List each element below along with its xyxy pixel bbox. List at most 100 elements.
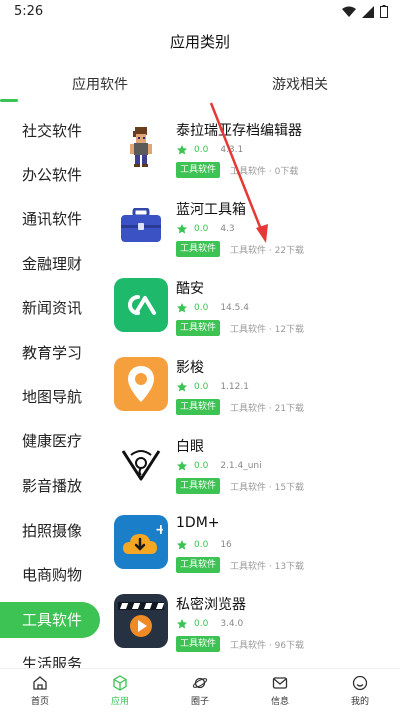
battery-icon xyxy=(380,5,388,18)
app-meta: 工具软件 工具软件 · 12下载 xyxy=(176,320,304,336)
app-version: 4.3 xyxy=(220,224,235,234)
sidebar-item-health[interactable]: 健康医疗 xyxy=(0,423,104,459)
nav-messages-label: 信息 xyxy=(270,697,289,707)
app-score: 0.0 xyxy=(194,461,209,471)
app-version: 3.4.0 xyxy=(220,619,244,629)
list-item[interactable]: 白眼 0.0 2.1.4_uni 工具软件 工具软件 · 15下载 xyxy=(104,432,400,512)
category-tag[interactable]: 工具软件 xyxy=(176,557,221,573)
page-title: 应用类别 xyxy=(169,33,230,51)
app-downloads: 工具软件 · 21下载 xyxy=(230,403,305,414)
app-meta: 工具软件 工具软件 · 21下载 xyxy=(176,399,304,415)
star-icon xyxy=(177,540,187,550)
star-icon xyxy=(177,303,187,313)
sidebar-item-education[interactable]: 教育学习 xyxy=(0,335,104,371)
category-tag[interactable]: 工具软件 xyxy=(176,241,221,257)
sidebar-item-media[interactable]: 影音播放 xyxy=(0,468,104,504)
status-icons xyxy=(342,5,388,18)
app-downloads: 工具软件 · 96下载 xyxy=(230,640,305,651)
app-rating: 0.0 4.3.1 xyxy=(176,144,243,156)
app-downloads: 工具软件 · 0下载 xyxy=(230,166,299,177)
app-rating: 0.0 14.5.4 xyxy=(176,302,249,314)
svg-text:+: + xyxy=(155,522,163,538)
nav-home[interactable]: 首页 xyxy=(0,675,80,707)
sidebar-item-communication[interactable]: 通讯软件 xyxy=(0,201,104,237)
sidebar-item-office[interactable]: 办公软件 xyxy=(0,157,104,193)
category-tag[interactable]: 工具软件 xyxy=(176,399,221,415)
nav-circle[interactable]: 圈子 xyxy=(160,675,240,707)
app-name: 白眼 xyxy=(176,439,204,455)
location-pin-icon xyxy=(114,357,168,411)
sidebar-item-news[interactable]: 新闻资讯 xyxy=(0,290,104,326)
app-name: 泰拉瑞亚存档编辑器 xyxy=(176,123,302,139)
star-icon xyxy=(177,461,187,471)
list-item[interactable]: 酷安 0.0 14.5.4 工具软件 工具软件 · 12下载 xyxy=(104,274,400,354)
app-downloads: 工具软件 · 12下载 xyxy=(230,324,305,335)
app-meta: 工具软件 工具软件 · 0下载 xyxy=(176,162,298,178)
app-name: 蓝河工具箱 xyxy=(176,202,246,218)
list-item[interactable]: 泰拉瑞亚存档编辑器 0.0 4.3.1 工具软件 工具软件 · 0下载 xyxy=(104,116,400,196)
sidebar-item-finance[interactable]: 金融理财 xyxy=(0,246,104,282)
tab-indicator xyxy=(0,99,18,102)
app-meta: 工具软件 工具软件 · 13下载 xyxy=(176,557,304,573)
app-downloads: 工具软件 · 15下载 xyxy=(230,482,305,493)
list-item[interactable]: + 1DM+ 0.0 16 工具软件 工具软件 · 13下载 xyxy=(104,511,400,591)
nav-profile[interactable]: 我的 xyxy=(320,675,400,707)
sidebar-item-tools[interactable]: 工具软件 xyxy=(0,602,100,638)
sidebar-item-life[interactable]: 生活服务 xyxy=(0,646,104,668)
category-tag[interactable]: 工具软件 xyxy=(176,320,221,336)
app-name: 1DM+ xyxy=(176,515,220,531)
app-downloads: 工具软件 · 22下载 xyxy=(230,245,305,256)
app-score: 0.0 xyxy=(194,540,209,550)
category-tag[interactable]: 工具软件 xyxy=(176,636,221,652)
list-item[interactable]: 私密浏览器 0.0 3.4.0 工具软件 工具软件 · 96下载 xyxy=(104,590,400,668)
app-version: 1.12.1 xyxy=(220,382,249,392)
list-item[interactable]: 影梭 0.0 1.12.1 工具软件 工具软件 · 21下载 xyxy=(104,353,400,433)
coolapk-icon xyxy=(114,278,168,332)
sidebar-item-shopping[interactable]: 电商购物 xyxy=(0,557,104,593)
app-meta: 工具软件 工具软件 · 22下载 xyxy=(176,241,304,257)
nav-home-label: 首页 xyxy=(30,697,49,707)
category-tag[interactable]: 工具软件 xyxy=(176,162,221,178)
nav-messages[interactable]: 信息 xyxy=(240,675,320,707)
signal-icon xyxy=(362,5,374,18)
star-icon xyxy=(177,382,187,392)
app-score: 0.0 xyxy=(194,382,209,392)
app-rating: 0.0 4.3 xyxy=(176,223,235,235)
planet-icon xyxy=(192,677,208,689)
app-name: 影梭 xyxy=(176,360,204,376)
star-icon xyxy=(177,619,187,629)
app-score: 0.0 xyxy=(194,145,209,155)
star-icon xyxy=(177,145,187,155)
sidebar-item-camera[interactable]: 拍照摄像 xyxy=(0,513,104,549)
app-rating: 0.0 2.1.4_uni xyxy=(176,460,262,472)
app-score: 0.0 xyxy=(194,224,209,234)
nav-profile-label: 我的 xyxy=(350,697,369,707)
cloud-download-icon: + xyxy=(114,515,168,569)
home-icon xyxy=(33,676,47,690)
sidebar-item-maps[interactable]: 地图导航 xyxy=(0,379,104,415)
status-time: 5:26 xyxy=(14,4,44,19)
category-tag[interactable]: 工具软件 xyxy=(176,478,221,494)
toolbox-icon xyxy=(114,199,168,253)
app-meta: 工具软件 工具软件 · 15下载 xyxy=(176,478,304,494)
app-name: 酷安 xyxy=(176,281,204,297)
app-rating: 0.0 3.4.0 xyxy=(176,618,243,630)
list-item[interactable]: 蓝河工具箱 0.0 4.3 工具软件 工具软件 · 22下载 xyxy=(104,195,400,275)
bottom-nav: 首页 应用 圈子 信息 我的 xyxy=(0,668,400,712)
nav-apps[interactable]: 应用 xyxy=(80,675,160,707)
nav-apps-label: 应用 xyxy=(110,697,129,707)
star-icon xyxy=(177,224,187,234)
smile-icon xyxy=(352,675,368,691)
app-rating: 0.0 16 xyxy=(176,539,232,551)
app-version: 16 xyxy=(220,540,232,550)
app-name: 私密浏览器 xyxy=(176,597,246,613)
app-list: 泰拉瑞亚存档编辑器 0.0 4.3.1 工具软件 工具软件 · 0下载 蓝河工具… xyxy=(104,108,400,668)
tab-apps[interactable]: 应用软件 xyxy=(0,70,200,100)
nav-circle-label: 圈子 xyxy=(190,697,209,707)
app-rating: 0.0 1.12.1 xyxy=(176,381,249,393)
app-meta: 工具软件 工具软件 · 96下载 xyxy=(176,636,304,652)
sidebar-item-social[interactable]: 社交软件 xyxy=(0,113,104,149)
category-tabs: 应用软件 游戏相关 xyxy=(0,70,400,104)
tab-games[interactable]: 游戏相关 xyxy=(200,70,400,100)
wifi-icon xyxy=(342,6,356,17)
